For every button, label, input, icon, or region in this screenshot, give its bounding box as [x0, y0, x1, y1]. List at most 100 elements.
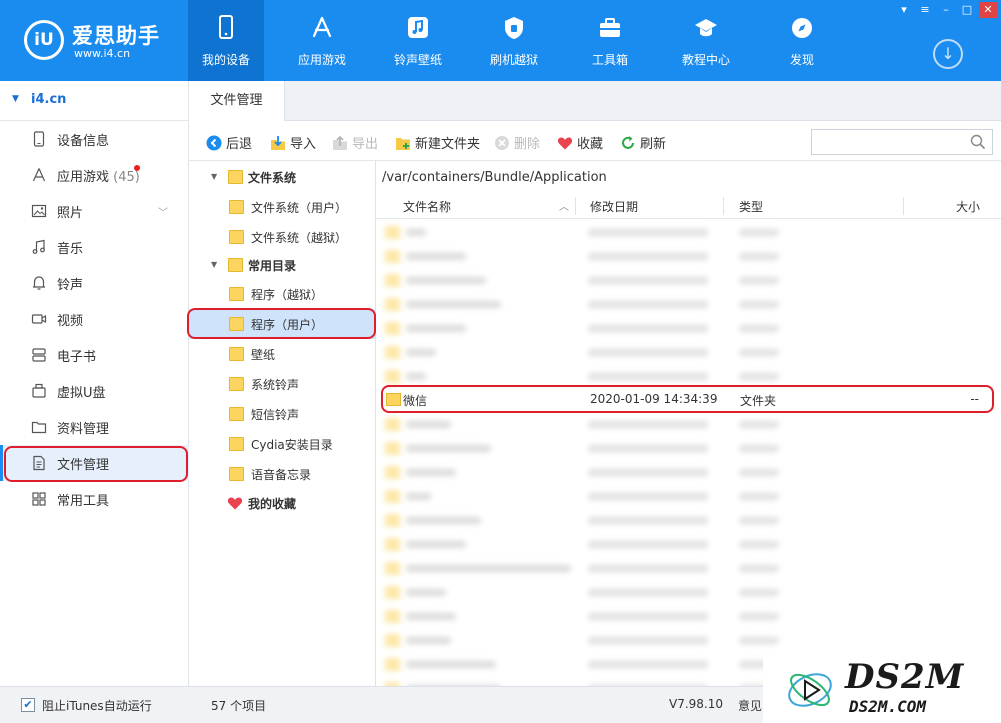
nav-label: 工具箱: [591, 53, 628, 67]
nav-my-device[interactable]: 我的设备: [188, 0, 264, 81]
nav-toolbox[interactable]: 工具箱: [572, 0, 648, 81]
export-button[interactable]: 导出: [332, 133, 378, 152]
search-box[interactable]: [811, 129, 993, 155]
tree-item-label: 程序（越狱）: [251, 288, 324, 302]
skin-icon[interactable]: ▾: [895, 2, 913, 18]
refresh-icon: [622, 136, 634, 149]
tab-file-management[interactable]: 文件管理: [189, 81, 285, 121]
tree-item-sms-tones[interactable]: 短信铃声: [189, 399, 376, 429]
tree-item-label: 文件系统（越狱）: [251, 231, 348, 245]
column-divider: [903, 197, 904, 215]
column-header-type[interactable]: 类型: [739, 198, 763, 215]
tree-item-my-favorites[interactable]: 我的收藏: [189, 488, 376, 518]
download-button[interactable]: ↓: [933, 39, 963, 69]
sidebar-item-label: 电子书: [57, 350, 97, 365]
favorite-button[interactable]: 收藏: [557, 133, 603, 152]
delete-icon: [495, 136, 509, 150]
sidebar-item-photos[interactable]: 照片 ﹀: [0, 193, 189, 229]
search-icon[interactable]: [970, 134, 986, 150]
blurred-file-row: [376, 269, 1001, 293]
app-store-icon: [312, 16, 332, 38]
sort-up-icon: ︿: [559, 202, 569, 213]
sidebar-item-common-tools[interactable]: 常用工具: [0, 481, 189, 517]
heart-icon: [557, 137, 573, 150]
file-list-header: 文件名称 ︿ 修改日期 类型 大小: [376, 193, 1001, 219]
column-divider: [575, 197, 576, 215]
column-header-name[interactable]: 文件名称: [403, 198, 451, 215]
sidebar-item-label: 虚拟U盘: [57, 386, 106, 401]
blurred-file-row: [376, 509, 1001, 533]
sidebar-item-label: 铃声: [57, 278, 84, 293]
folder-icon: [229, 437, 244, 451]
export-icon: [333, 135, 347, 150]
new-folder-icon: [396, 138, 410, 150]
sidebar-item-apps-games[interactable]: 应用游戏 (45): [0, 157, 189, 193]
folder-icon: [229, 467, 244, 481]
nav-apps-games[interactable]: 应用游戏: [284, 0, 360, 81]
refresh-button[interactable]: 刷新: [620, 133, 666, 152]
back-arrow-icon: [206, 135, 222, 151]
nav-ringtones-wallpapers[interactable]: 铃声壁纸: [380, 0, 456, 81]
feedback-link[interactable]: 意见: [738, 697, 762, 714]
photo-icon: [31, 204, 47, 218]
tree-item-cydia-dir[interactable]: Cydia安装目录: [189, 429, 376, 459]
maximize-button[interactable]: □: [958, 2, 976, 18]
tree-item-apps-jailbreak[interactable]: 程序（越狱）: [189, 279, 376, 309]
highlight-annotation: [187, 308, 376, 339]
blurred-file-row: [376, 629, 1001, 653]
sidebar-item-label: 照片: [57, 206, 84, 221]
app-store-icon: [32, 168, 46, 182]
import-button[interactable]: 导入: [270, 133, 316, 152]
settings-icon[interactable]: ≡: [916, 2, 934, 18]
path-bar[interactable]: /var/containers/Bundle/Application: [376, 161, 1001, 193]
itunes-checkbox-label[interactable]: 阻止iTunes自动运行: [42, 697, 152, 714]
sidebar-item-videos[interactable]: 视频: [0, 301, 189, 337]
chevron-down-icon[interactable]: ﹀: [158, 204, 168, 219]
sidebar-item-data-management[interactable]: 资料管理: [0, 409, 189, 445]
tree-item-file-system-user[interactable]: 文件系统（用户）: [189, 192, 376, 222]
tree-item-common-dirs[interactable]: ▼ 常用目录: [189, 250, 376, 280]
delete-button[interactable]: 删除: [494, 133, 540, 152]
tree-item-label: 常用目录: [248, 259, 297, 273]
device-header[interactable]: ▼ i4.cn: [0, 81, 189, 121]
window-controls: ▾ ≡ – □ ✕: [892, 2, 997, 20]
blurred-file-row: [376, 221, 1001, 245]
device-sidebar: ▼ i4.cn 设备信息 应用游戏 (45) 照片 ﹀ 音乐 铃声 视频 电子书…: [0, 81, 189, 686]
search-input[interactable]: [816, 133, 966, 151]
expand-triangle-icon[interactable]: ▼: [211, 172, 217, 181]
nav-discover[interactable]: 发现: [764, 0, 840, 81]
sidebar-item-ebooks[interactable]: 电子书: [0, 337, 189, 373]
sidebar-item-ringtones[interactable]: 铃声: [0, 265, 189, 301]
tree-item-label: 短信铃声: [251, 408, 300, 422]
itunes-checkbox[interactable]: ✔: [21, 698, 35, 712]
tree-item-voice-memos[interactable]: 语音备忘录: [189, 459, 376, 489]
minimize-button[interactable]: –: [937, 2, 955, 18]
nav-tutorials[interactable]: 教程中心: [668, 0, 744, 81]
folder-icon: [228, 258, 243, 272]
sidebar-item-label: 应用游戏 (45): [57, 170, 140, 185]
watermark-url: DS2M.COM: [849, 697, 927, 716]
sidebar-item-virtual-usb[interactable]: 虚拟U盘: [0, 373, 189, 409]
ebook-icon: [32, 348, 46, 362]
expand-triangle-icon[interactable]: ▼: [211, 260, 217, 269]
sidebar-item-label: 视频: [57, 314, 84, 329]
column-header-date[interactable]: 修改日期: [590, 198, 638, 215]
close-button[interactable]: ✕: [979, 2, 997, 18]
folder-icon: [229, 200, 244, 214]
folder-icon: [229, 407, 244, 421]
column-header-size[interactable]: 大小: [956, 198, 980, 215]
nav-label: 刷机越狱: [489, 53, 538, 67]
back-button[interactable]: 后退: [206, 133, 252, 152]
tree-item-file-system-jailbreak[interactable]: 文件系统（越狱）: [189, 222, 376, 252]
tree-item-system-ringtones[interactable]: 系统铃声: [189, 369, 376, 399]
tree-item-label: 文件系统（用户）: [251, 201, 348, 215]
app-count: (45): [113, 170, 140, 185]
tree-item-wallpapers[interactable]: 壁纸: [189, 339, 376, 369]
nav-flash-jailbreak[interactable]: 刷机越狱: [476, 0, 552, 81]
tree-item-label: Cydia安装目录: [251, 438, 333, 452]
new-folder-button[interactable]: 新建文件夹: [395, 133, 480, 152]
tree-item-file-system[interactable]: ▼ 文件系统: [189, 162, 376, 192]
blurred-file-row: [376, 293, 1001, 317]
sidebar-item-device-info[interactable]: 设备信息: [0, 121, 189, 157]
sidebar-item-music[interactable]: 音乐: [0, 229, 189, 265]
